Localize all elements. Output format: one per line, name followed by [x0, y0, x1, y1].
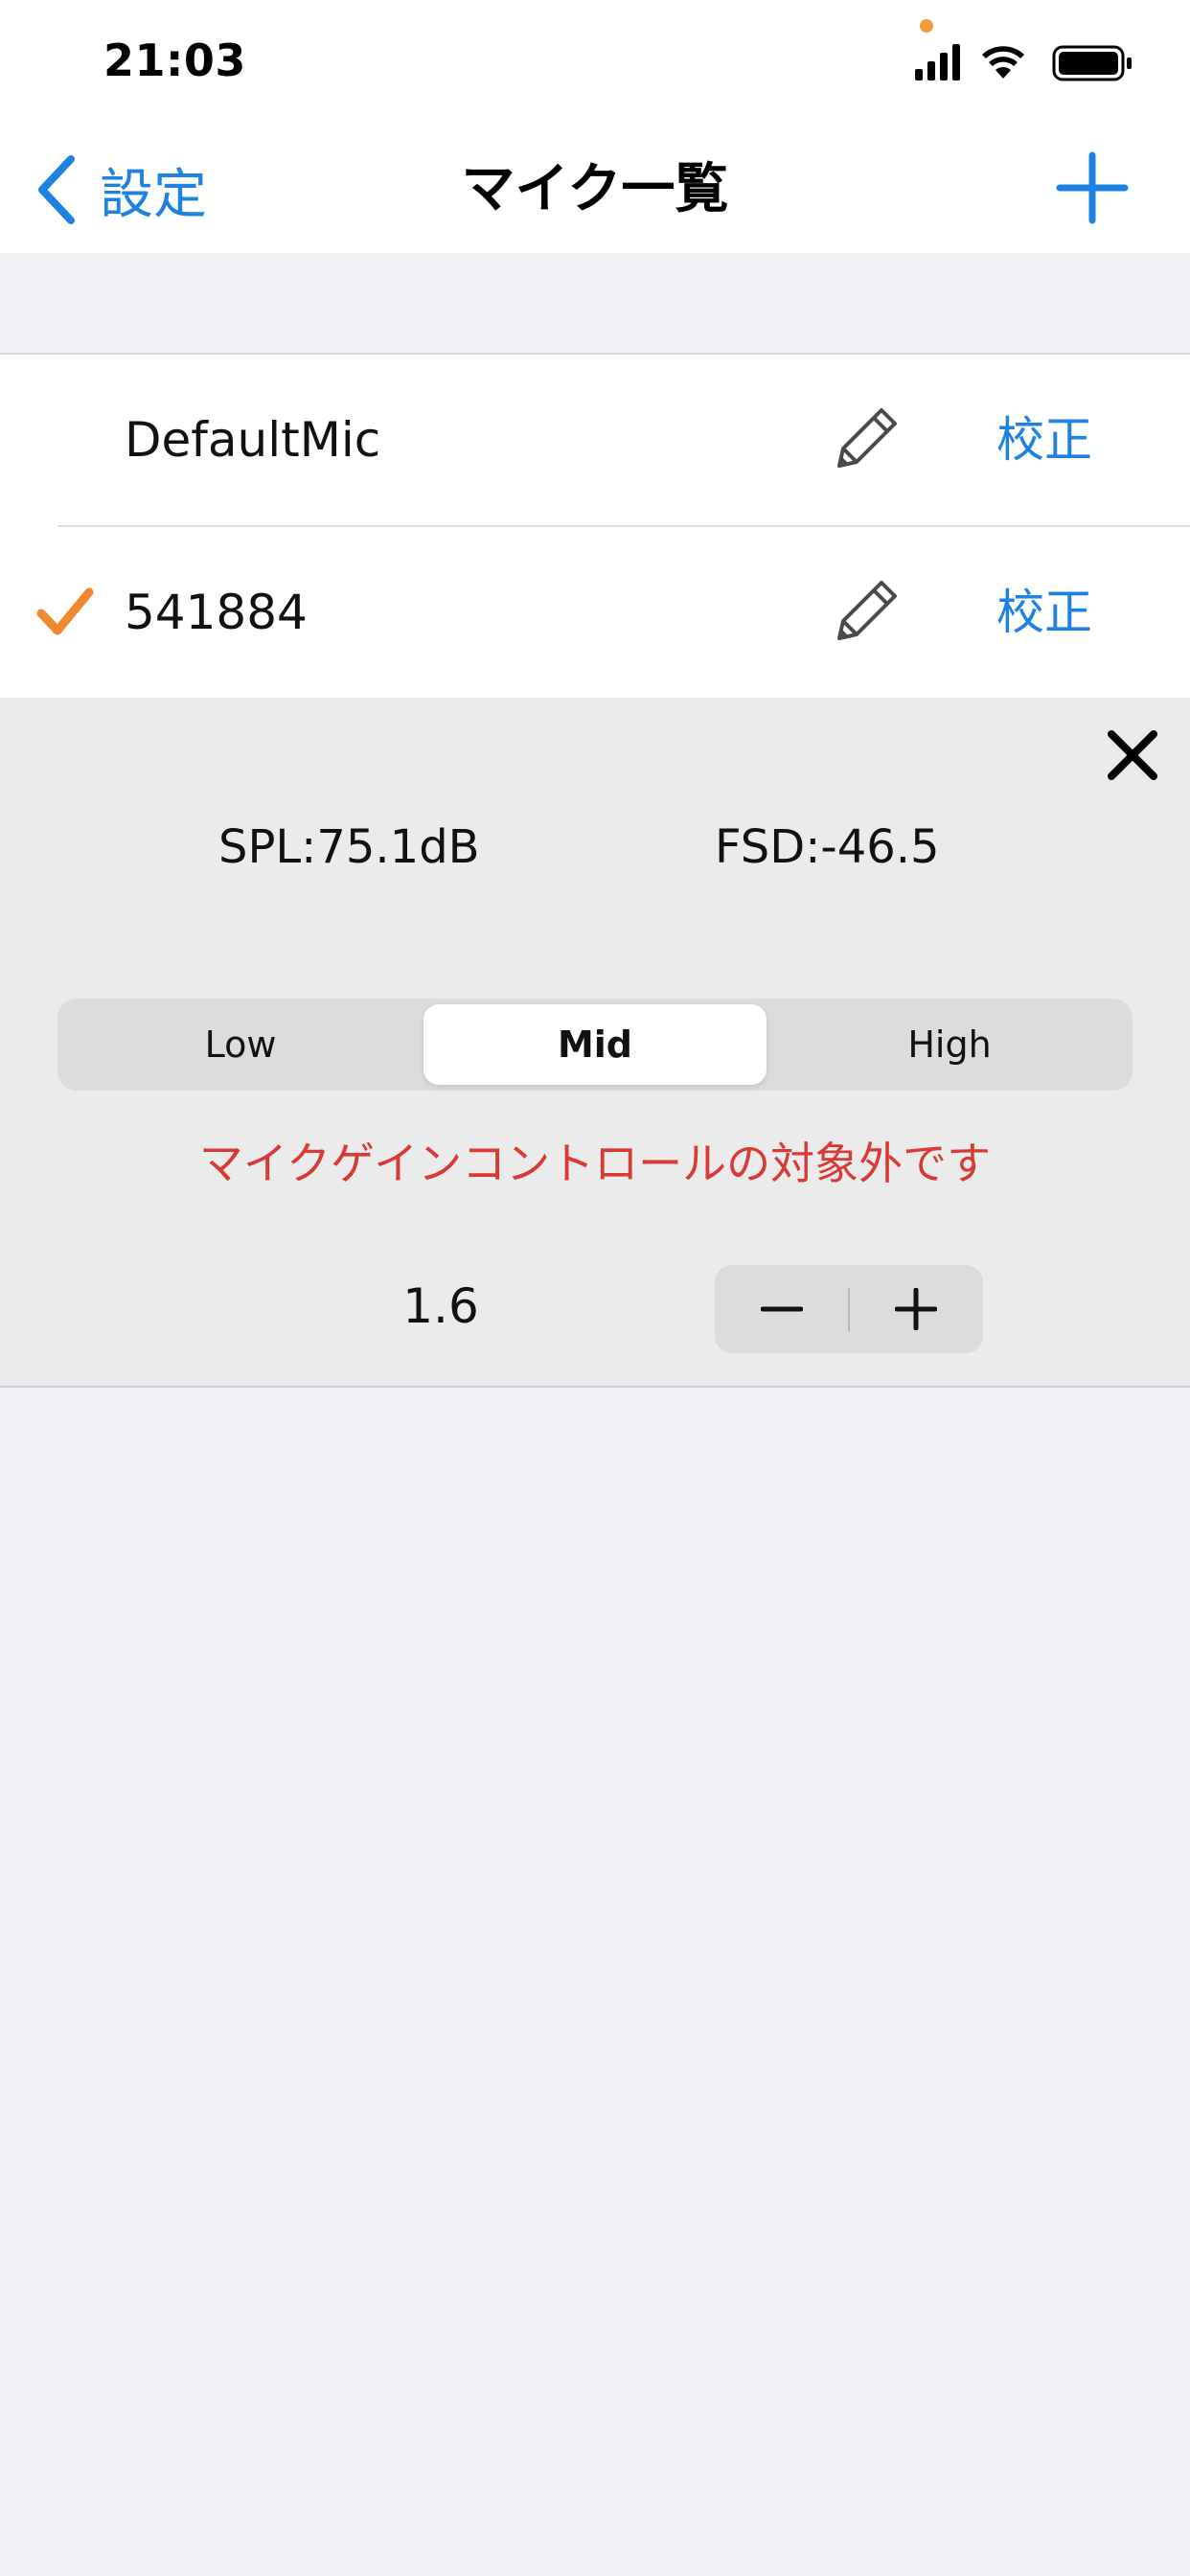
gain-warning-text: マイクゲインコントロールの対象外です	[198, 1138, 992, 1189]
navigation-bar: 設定 マイク一覧	[0, 125, 1190, 253]
calibrate-link[interactable]: 校正	[996, 527, 1092, 698]
checkmark-icon	[36, 587, 94, 635]
close-icon	[1108, 730, 1157, 780]
wifi-icon	[982, 46, 1024, 79]
mic-row-541884[interactable]: 541884 校正	[36, 525, 1190, 698]
pencil-icon	[837, 581, 897, 640]
plus-icon	[895, 1288, 937, 1330]
gain-segmented-control: Low Mid High	[57, 999, 1133, 1091]
privacy-indicator-dot	[920, 19, 933, 33]
calibrate-link[interactable]: 校正	[996, 355, 1092, 525]
fsd-readout: FSD:-46.5	[715, 820, 940, 874]
cellular-signal-icon	[915, 44, 960, 80]
gain-value: 1.6	[402, 1278, 479, 1334]
mic-row-defaultmic[interactable]: DefaultMic 校正	[0, 355, 1190, 525]
status-bar: 21:03	[0, 0, 1190, 125]
plus-icon	[1056, 151, 1129, 224]
battery-icon	[1052, 45, 1132, 81]
gain-option-low[interactable]: Low	[63, 1004, 418, 1085]
spl-readout: SPL:75.1dB	[218, 820, 480, 874]
pencil-icon	[837, 408, 897, 468]
edit-button[interactable]	[828, 573, 904, 650]
mic-detail-panel: SPL:75.1dB FSD:-46.5 Low Mid High マイクゲイン…	[0, 698, 1190, 1388]
mic-name: 541884	[125, 585, 308, 640]
gain-option-mid[interactable]: Mid	[423, 1004, 767, 1085]
section-spacer	[0, 253, 1190, 355]
gain-stepper	[715, 1265, 983, 1353]
increment-button[interactable]	[849, 1265, 983, 1353]
add-mic-button[interactable]	[1054, 148, 1131, 228]
decrement-button[interactable]	[715, 1265, 849, 1353]
status-time: 21:03	[103, 34, 246, 86]
page-title: マイク一覧	[461, 158, 729, 220]
minus-icon	[761, 1306, 803, 1312]
mic-name: DefaultMic	[125, 412, 381, 468]
status-icons	[915, 44, 1132, 81]
mic-list: DefaultMic 校正 541884 校正	[0, 355, 1190, 698]
edit-button[interactable]	[828, 401, 904, 477]
close-button[interactable]	[1104, 726, 1161, 784]
gain-option-high[interactable]: High	[772, 1004, 1127, 1085]
